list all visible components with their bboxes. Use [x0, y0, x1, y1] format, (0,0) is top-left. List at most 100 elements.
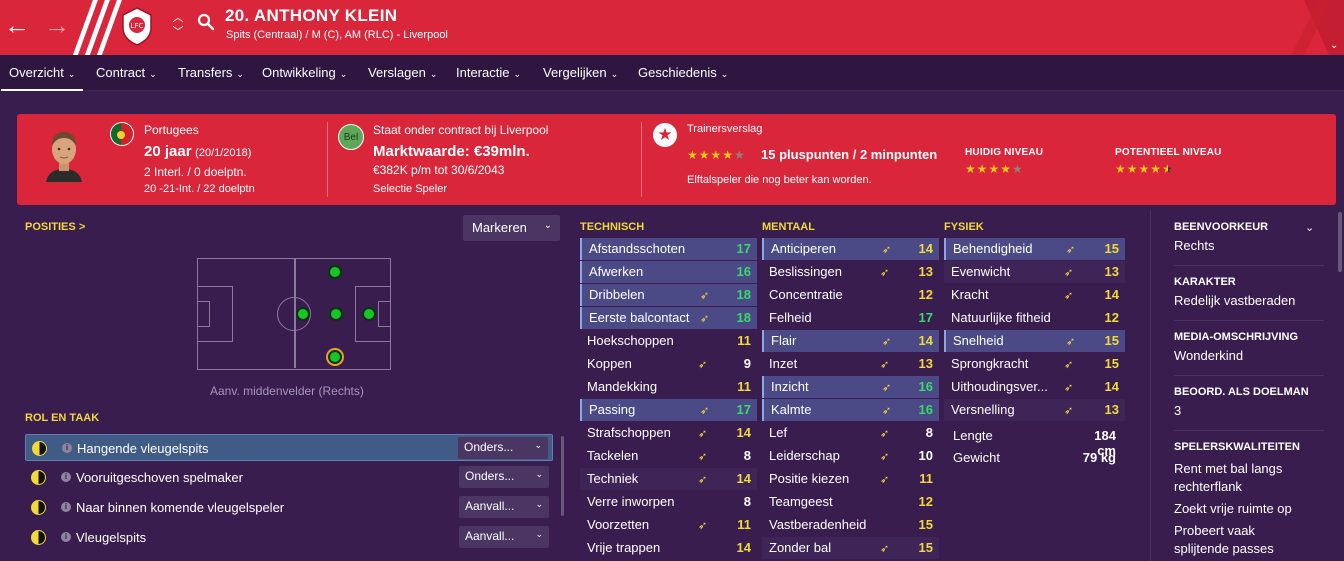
attribute-value: 14: [1104, 287, 1119, 302]
attribute-row[interactable]: Evenwicht ➶ 13: [944, 261, 1125, 283]
attribute-row[interactable]: Vrije trappen 14: [580, 537, 757, 559]
attribute-row[interactable]: Kracht ➶ 14: [944, 284, 1125, 306]
role-name: Hangende vleugelspits: [77, 441, 209, 456]
attribute-row[interactable]: Afwerken 16: [580, 261, 757, 283]
attribute-row[interactable]: Uithoudingsver... ➶ 14: [944, 376, 1125, 398]
attribute-row[interactable]: Hoekschoppen 11: [580, 330, 757, 352]
attribute-row[interactable]: Koppen ➶ 9: [580, 353, 757, 375]
role-name: Vooruitgeschoven spelmaker: [76, 470, 243, 485]
duty-dropdown[interactable]: Aanvall... ⌄: [459, 526, 549, 548]
role-row[interactable]: i Naar binnen komende vleugelspeler Aanv…: [25, 494, 553, 521]
attribute-row[interactable]: Teamgeest 12: [762, 491, 939, 513]
attribute-row[interactable]: Strafschoppen ➶ 14: [580, 422, 757, 444]
duty-value: Onders...: [465, 469, 515, 483]
attribute-row[interactable]: Eerste balcontact ➶ 18: [580, 307, 757, 329]
attribute-row[interactable]: Vastberadenheid 15: [762, 514, 939, 536]
tab-verslagen[interactable]: Verslagen ⌄: [368, 65, 437, 80]
info-icon[interactable]: i: [61, 532, 71, 542]
tab-geschiedenis[interactable]: Geschiedenis ⌄: [638, 65, 728, 80]
tab-label: Transfers: [178, 65, 233, 80]
trend-arrow-icon: ➶: [698, 474, 708, 486]
attribute-row[interactable]: Zonder bal ➶ 15: [762, 537, 939, 559]
attribute-row[interactable]: Behendigheid ➶ 15: [944, 238, 1125, 260]
attribute-row[interactable]: Techniek ➶ 14: [580, 468, 757, 490]
goalkeeper-rating: 3: [1174, 403, 1182, 418]
attribute-row[interactable]: Passing ➶ 17: [580, 399, 757, 421]
role-row[interactable]: i Vleugelspits Aanvall... ⌄: [25, 524, 553, 551]
duty-dropdown[interactable]: Onders... ⌄: [458, 437, 548, 459]
position-dot-st[interactable]: [362, 307, 376, 321]
tab-contract[interactable]: Contract ⌄: [96, 65, 157, 80]
mark-select[interactable]: Markeren ⌄: [463, 215, 560, 241]
role-row[interactable]: i Hangende vleugelspits Onders... ⌄: [25, 434, 553, 461]
international-caps: 2 Interl. / 0 doelptn.: [144, 165, 247, 179]
attribute-value: 17: [736, 402, 751, 417]
age-line: 20 jaar (20/1/2018): [144, 143, 251, 160]
chevron-down-icon[interactable]: ⌄: [1305, 221, 1314, 234]
position-dot-amr-selected[interactable]: [328, 350, 342, 364]
trend-arrow-icon: ➶: [1064, 359, 1074, 371]
attribute-row[interactable]: Leiderschap ➶ 10: [762, 445, 939, 467]
player-face-avatar: [42, 126, 86, 182]
position-dot-mc[interactable]: [328, 265, 342, 279]
physical-label: FYSIEK: [944, 221, 984, 233]
attribute-name: Kracht: [951, 287, 989, 302]
attribute-value: 8: [925, 425, 933, 440]
player-switch-arrows-icon[interactable]: ︿ ﹀: [171, 11, 185, 39]
tab-transfers[interactable]: Transfers ⌄: [178, 65, 244, 80]
duty-value: Aanvall...: [465, 529, 515, 543]
positions-label[interactable]: POSITIES >: [25, 221, 85, 233]
attribute-row[interactable]: Beslissingen ➶ 13: [762, 261, 939, 283]
search-icon[interactable]: [197, 13, 215, 34]
attribute-row[interactable]: Flair ➶ 14: [762, 330, 939, 352]
attribute-row[interactable]: Snelheid ➶ 15: [944, 330, 1125, 352]
attribute-row[interactable]: Afstandsschoten 17: [580, 238, 757, 260]
attribute-value: 8: [743, 494, 751, 509]
page-scrollbar[interactable]: [1338, 212, 1342, 272]
trend-arrow-icon: ➶: [700, 313, 710, 325]
roles-scrollbar[interactable]: [561, 436, 564, 516]
attribute-row[interactable]: Felheid 17: [762, 307, 939, 329]
attribute-row[interactable]: Tackelen ➶ 8: [580, 445, 757, 467]
tab-ontwikkeling[interactable]: Ontwikkeling ⌄: [262, 65, 347, 80]
attribute-row[interactable]: Voorzetten ➶ 11: [580, 514, 757, 536]
duty-value: Onders...: [464, 440, 514, 454]
attribute-row[interactable]: Verre inworpen 8: [580, 491, 757, 513]
attribute-row[interactable]: Anticiperen ➶ 14: [762, 238, 939, 260]
role-name: Vleugelspits: [76, 530, 147, 545]
attribute-row[interactable]: Lef ➶ 8: [762, 422, 939, 444]
tab-interactie[interactable]: Interactie ⌄: [456, 65, 521, 80]
attribute-row[interactable]: Versnelling ➶ 13: [944, 399, 1125, 421]
attribute-name: Beslissingen: [769, 264, 842, 279]
attribute-row[interactable]: Natuurlijke fitheid 12: [944, 307, 1125, 329]
attribute-value: 15: [1104, 356, 1119, 371]
role-name: Naar binnen komende vleugelspeler: [76, 500, 285, 515]
divider: [641, 122, 642, 197]
attribute-row[interactable]: Mandekking 11: [580, 376, 757, 398]
role-duty-icon: [31, 470, 46, 485]
info-icon[interactable]: i: [61, 502, 71, 512]
tab-overzicht[interactable]: Overzicht ⌄: [0, 65, 84, 91]
attribute-row[interactable]: Positie kiezen ➶ 11: [762, 468, 939, 490]
forward-arrow-icon[interactable]: →: [42, 10, 72, 40]
role-row[interactable]: i Vooruitgeschoven spelmaker Onders... ⌄: [25, 464, 553, 491]
attribute-name: Mandekking: [587, 379, 658, 394]
position-dot-aml[interactable]: [296, 307, 310, 321]
back-arrow-icon[interactable]: ←: [2, 10, 32, 40]
club-crest-icon[interactable]: LFC: [120, 6, 154, 46]
club-badge-icon[interactable]: Bel: [338, 124, 364, 150]
attribute-row[interactable]: Inzet ➶ 13: [762, 353, 939, 375]
tab-vergelijken[interactable]: Vergelijken ⌄: [543, 65, 618, 80]
attribute-row[interactable]: Dribbelen ➶ 18: [580, 284, 757, 306]
attribute-row[interactable]: Concentratie 12: [762, 284, 939, 306]
info-icon[interactable]: i: [61, 472, 71, 482]
duty-dropdown[interactable]: Onders... ⌄: [459, 466, 549, 488]
trend-arrow-icon: ➶: [882, 405, 892, 417]
duty-dropdown[interactable]: Aanvall... ⌄: [459, 496, 549, 518]
attribute-name: Eerste balcontact: [589, 310, 690, 325]
position-dot-amc[interactable]: [329, 307, 343, 321]
attribute-row[interactable]: Sprongkracht ➶ 15: [944, 353, 1125, 375]
attribute-row[interactable]: Kalmte ➶ 16: [762, 399, 939, 421]
attribute-row[interactable]: Inzicht ➶ 16: [762, 376, 939, 398]
info-icon[interactable]: i: [62, 443, 72, 453]
